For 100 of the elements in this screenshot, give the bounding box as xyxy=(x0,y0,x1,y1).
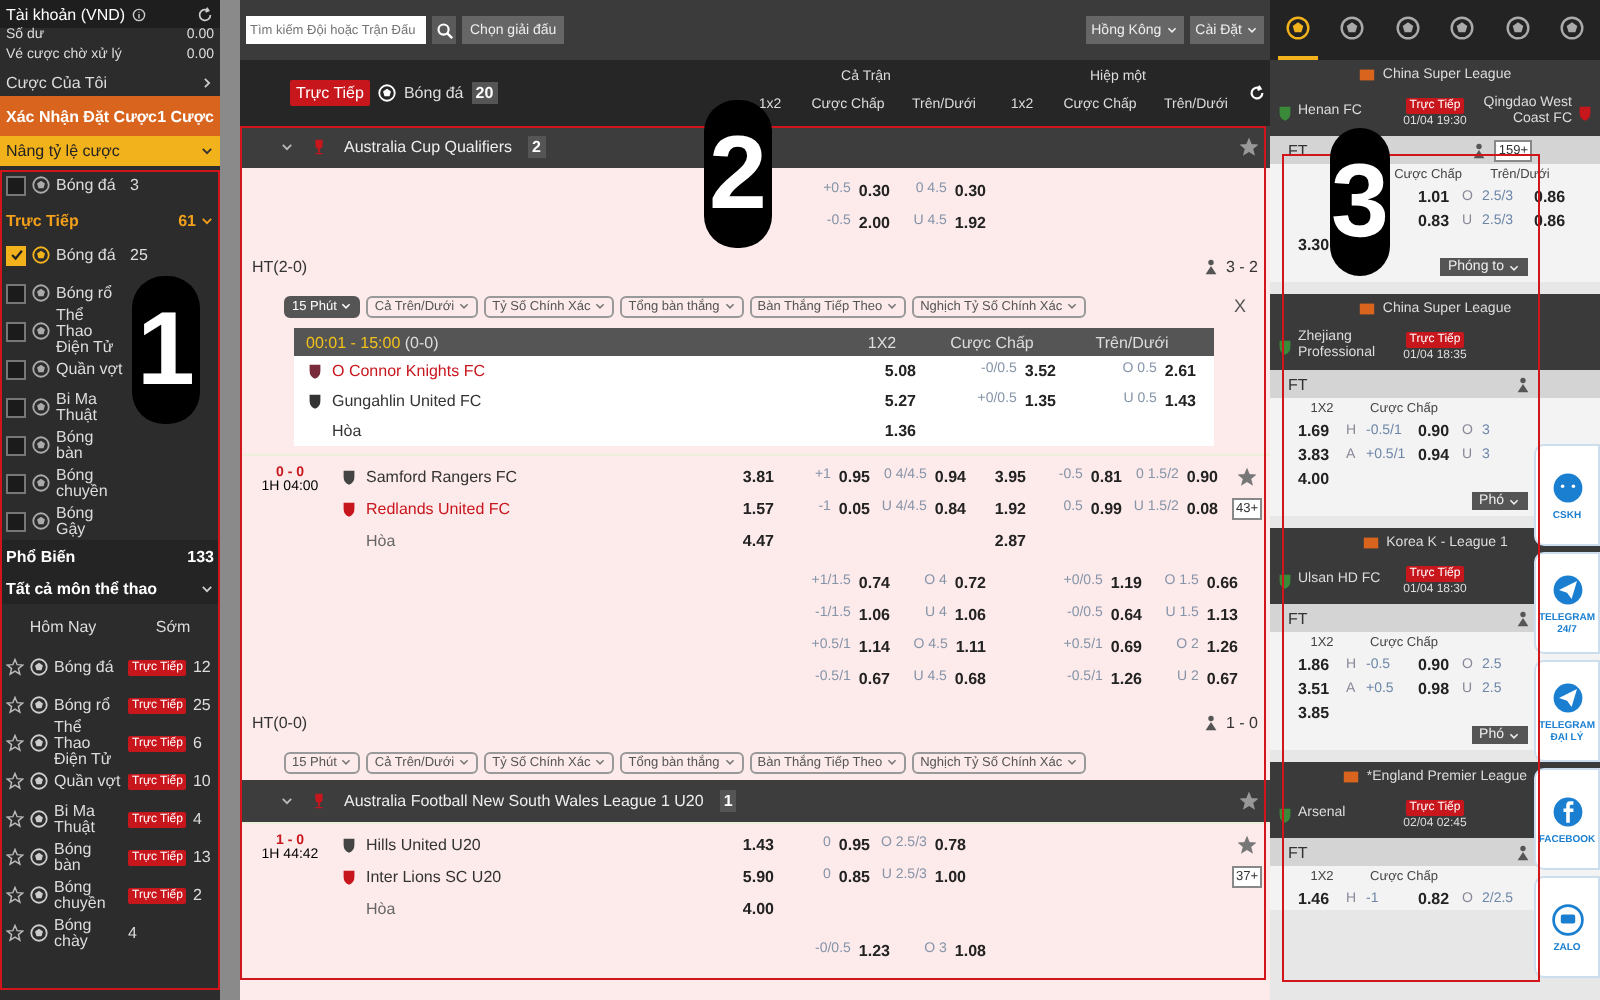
star-icon[interactable] xyxy=(6,658,24,676)
odds-value[interactable]: 1.13 xyxy=(1206,605,1238,623)
sport-label[interactable]: Bóng đá xyxy=(56,247,124,263)
star-icon[interactable] xyxy=(1238,467,1256,485)
bet-confirm-bar[interactable]: Xác Nhận Đặt Cược1 Cược xyxy=(0,96,220,136)
odds-value[interactable]: 1.14 xyxy=(858,637,890,655)
odds-value[interactable]: 0.94 xyxy=(1418,445,1450,463)
odds-value[interactable]: 0.90 xyxy=(1418,421,1450,439)
odds-value[interactable]: 1.57 xyxy=(742,499,774,517)
odds-value[interactable]: 0.85 xyxy=(838,867,870,885)
odds-value[interactable]: 0.95 xyxy=(838,467,870,485)
odds-value[interactable]: 0.08 xyxy=(1186,499,1218,517)
star-icon[interactable] xyxy=(6,848,24,866)
close-button[interactable]: X xyxy=(1221,294,1258,318)
odds-value[interactable]: 1.11 xyxy=(955,637,986,655)
sport-label[interactable]: Thể Thao Điện Tử xyxy=(54,719,122,767)
odds-value[interactable]: 3.51 xyxy=(1298,679,1330,697)
odds-value[interactable]: 0.99 xyxy=(1090,499,1122,517)
column-heading[interactable]: Sớm xyxy=(155,617,191,635)
refresh-icon[interactable] xyxy=(196,5,214,23)
odds-value[interactable]: 1.00 xyxy=(934,867,966,885)
odds-value[interactable]: 3.81 xyxy=(742,467,774,485)
odds-value[interactable]: 0.90 xyxy=(1418,655,1450,673)
odds-value[interactable]: 1.08 xyxy=(954,941,986,959)
odds-value[interactable]: 0.66 xyxy=(1206,573,1238,591)
odds-value[interactable]: 0.67 xyxy=(858,669,890,687)
star-icon[interactable] xyxy=(1240,792,1258,810)
sport-label[interactable]: Quần vợt xyxy=(56,361,124,377)
odds-value[interactable]: 1.23 xyxy=(858,941,890,959)
odds-value[interactable]: 0.64 xyxy=(1110,605,1142,623)
live-badge[interactable]: Trực Tiếp xyxy=(290,80,370,106)
live-label[interactable]: Trực Tiếp xyxy=(6,211,79,229)
scrollbar-track[interactable] xyxy=(220,0,240,1000)
odds-value[interactable]: 1.35 xyxy=(1024,392,1056,410)
sport-label[interactable]: Bi Ma Thuật xyxy=(56,391,124,423)
search-button[interactable] xyxy=(432,16,456,44)
star-icon[interactable] xyxy=(6,810,24,828)
checkbox[interactable] xyxy=(6,359,26,379)
checkbox[interactable] xyxy=(6,435,26,455)
odds-value[interactable]: 1.43 xyxy=(1164,392,1196,410)
odds-value[interactable]: 1.43 xyxy=(742,835,774,853)
odds-value[interactable]: 0.94 xyxy=(934,467,966,485)
odds-value[interactable]: 0.84 xyxy=(934,499,966,517)
odds-value[interactable]: 0.69 xyxy=(1110,637,1142,655)
star-icon[interactable] xyxy=(6,734,24,752)
checkbox[interactable] xyxy=(6,245,26,265)
checkbox[interactable] xyxy=(6,175,26,195)
odds-value[interactable]: 3.83 xyxy=(1298,445,1330,463)
odds-value[interactable]: 1.26 xyxy=(1110,669,1142,687)
popular-label[interactable]: Phổ Biến xyxy=(6,547,76,565)
odds-value[interactable]: 1.19 xyxy=(1110,573,1142,591)
sport-label[interactable]: Bóng chày xyxy=(54,917,122,949)
odds-value[interactable]: 1.01 xyxy=(1418,187,1450,205)
star-icon[interactable] xyxy=(6,772,24,790)
odds-value[interactable]: 3.85 xyxy=(1298,703,1330,721)
my-bets-row[interactable]: Cược Của Tôi xyxy=(0,68,220,96)
odds-value[interactable]: 5.08 xyxy=(884,362,916,380)
odds-value[interactable]: 1.69 xyxy=(1298,421,1330,439)
star-icon[interactable] xyxy=(6,924,24,942)
column-heading[interactable]: Hôm Nay xyxy=(29,617,97,635)
odds-value[interactable]: 4.00 xyxy=(1298,469,1330,487)
odds-value[interactable]: 2.00 xyxy=(858,213,890,231)
odds-value[interactable]: 0.30 xyxy=(954,181,986,199)
odds-value[interactable]: 3.30 xyxy=(1298,235,1330,253)
odds-value[interactable]: 1.06 xyxy=(858,605,890,623)
odds-value[interactable]: 4.47 xyxy=(742,531,774,549)
checkbox[interactable] xyxy=(6,511,26,531)
sport-label[interactable]: Quần vợt xyxy=(54,773,122,789)
info-icon[interactable] xyxy=(131,7,146,21)
odds-value[interactable]: 1.86 xyxy=(1298,655,1330,673)
odds-value[interactable]: 0.83 xyxy=(1418,211,1450,229)
odds-value[interactable]: 0.74 xyxy=(858,573,890,591)
odds-value[interactable]: 3.95 xyxy=(994,467,1026,485)
odds-value[interactable]: 3.52 xyxy=(1024,362,1056,380)
sport-label[interactable]: Bóng rổ xyxy=(56,285,124,301)
odds-value[interactable]: 2.61 xyxy=(1164,362,1196,380)
odds-value[interactable]: 0.98 xyxy=(1418,679,1450,697)
checkbox[interactable] xyxy=(6,283,26,303)
odds-value[interactable]: 1.06 xyxy=(954,605,986,623)
odds-value[interactable]: 0.05 xyxy=(838,499,870,517)
odds-value[interactable]: 0.67 xyxy=(1206,669,1238,687)
odds-value[interactable]: 2.87 xyxy=(994,531,1026,549)
sport-label[interactable]: Bóng bàn xyxy=(56,429,124,461)
league-header[interactable]: Australia Football New South Wales League 1 U20 1 xyxy=(240,780,1270,822)
sport-label[interactable]: Thể Thao Điện Tử xyxy=(56,307,124,355)
sport-label[interactable]: Bóng đá xyxy=(56,177,124,193)
odds-value[interactable]: 0.68 xyxy=(954,669,986,687)
odds-value[interactable]: 0.30 xyxy=(858,181,890,199)
sport-label[interactable]: Bóng đá xyxy=(54,659,122,675)
odds-value[interactable]: 1.92 xyxy=(994,499,1026,517)
odds-value[interactable]: 5.27 xyxy=(884,392,916,410)
odds-value[interactable]: 1.46 xyxy=(1298,889,1330,907)
sport-label[interactable]: Bóng bàn xyxy=(54,841,122,873)
checkbox[interactable] xyxy=(6,397,26,417)
star-icon[interactable] xyxy=(1240,138,1258,156)
odds-value[interactable]: 0.90 xyxy=(1186,467,1218,485)
star-icon[interactable] xyxy=(6,696,24,714)
odds-value[interactable]: 0.81 xyxy=(1090,467,1122,485)
sport-label[interactable]: Bóng chuyền xyxy=(56,467,124,499)
odds-value[interactable]: 5.90 xyxy=(742,867,774,885)
